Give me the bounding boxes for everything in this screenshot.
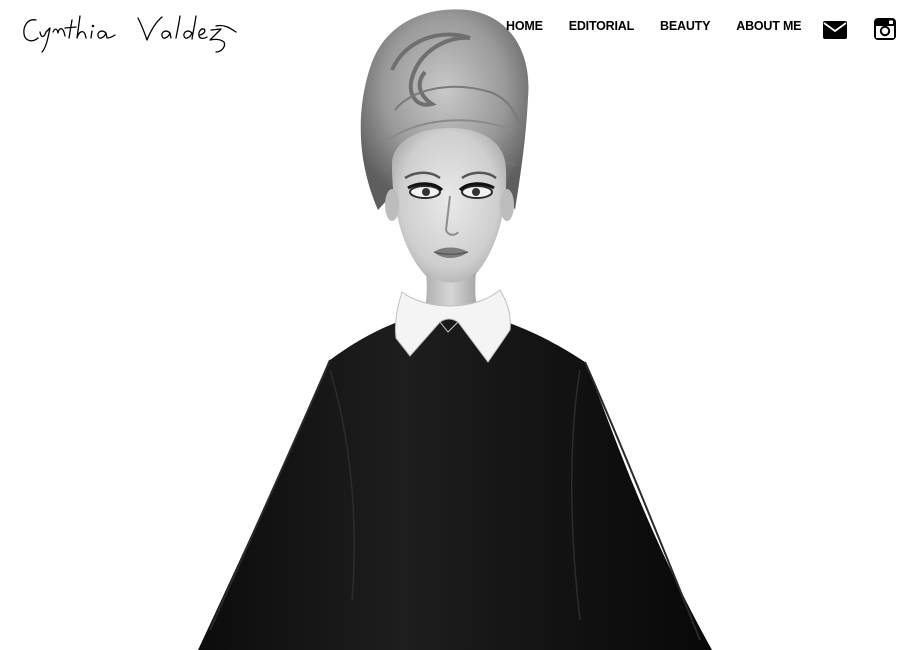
envelope-icon[interactable]	[822, 16, 848, 42]
nav-about-me[interactable]: ABOUT ME	[736, 19, 801, 33]
main-nav: HOME EDITORIAL BEAUTY ABOUT ME	[506, 19, 802, 33]
instagram-icon[interactable]	[872, 16, 898, 42]
social-links	[822, 16, 898, 42]
page: HOME EDITORIAL BEAUTY ABOUT ME	[0, 0, 900, 650]
nav-beauty[interactable]: BEAUTY	[660, 19, 710, 33]
nav-editorial[interactable]: EDITORIAL	[569, 19, 635, 33]
hero-photo	[0, 0, 900, 650]
nav-home[interactable]: HOME	[506, 19, 543, 33]
site-logo[interactable]	[20, 8, 240, 54]
